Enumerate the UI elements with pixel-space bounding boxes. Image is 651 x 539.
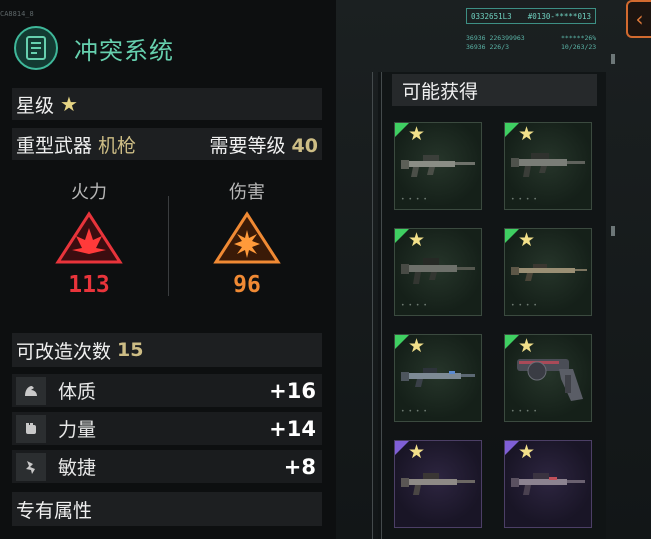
rifle-icon <box>511 264 587 281</box>
star-icon: ★ <box>60 92 78 116</box>
machine-gun-icon <box>511 473 585 495</box>
mods-count: 15 <box>117 339 144 361</box>
attribute-row: 敏捷 +8 <box>12 450 322 483</box>
level-requirement-label: 需要等级 <box>209 134 286 157</box>
rarity-corner <box>505 123 519 137</box>
revolver-icon <box>517 359 583 401</box>
star-icon: ★ <box>408 123 426 145</box>
hud-code-right: #0130-*****013 <box>527 11 591 21</box>
stat-value: 96 <box>233 272 261 298</box>
arm-flex-icon <box>16 376 46 405</box>
weapon-info-row: 重型武器 机枪 需要等级 40 <box>12 128 322 160</box>
stat-name: 火力 <box>71 182 107 203</box>
reward-card[interactable]: ★ • • • • <box>394 122 482 210</box>
item-header: 冲突系统 <box>14 26 174 70</box>
runner-icon <box>16 452 46 481</box>
star-icon: ★ <box>408 229 426 251</box>
card-dots: • • • • <box>401 302 428 309</box>
rarity-corner <box>505 335 519 349</box>
attribute-value: +8 <box>283 454 316 479</box>
hud-line-2-left: 36936 226/3 <box>466 43 510 51</box>
attribute-value: +14 <box>269 416 316 441</box>
stat-firepower: 火力 113 <box>24 178 154 298</box>
level-requirement-value: 40 <box>291 134 318 157</box>
reward-card[interactable]: ★ • • • • <box>394 334 482 422</box>
hud-line-1-right: ******26% <box>561 34 597 42</box>
rarity-corner <box>395 335 409 349</box>
attribute-value: +16 <box>269 378 316 403</box>
hud-code-left: 0332651L3 <box>471 11 512 21</box>
hud-code-box: 0332651L3 #0130-*****013 <box>466 8 596 24</box>
reward-card[interactable]: ★ • • • • <box>504 122 592 210</box>
star-icon: ★ <box>518 441 536 463</box>
attribute-name: 体质 <box>58 381 97 403</box>
attribute-name: 敏捷 <box>58 457 97 479</box>
reward-card[interactable]: ★ <box>394 440 482 528</box>
scroll-marker <box>611 54 615 64</box>
scroll-rail <box>372 72 382 539</box>
card-dots: • • • • <box>511 408 538 415</box>
stats-area: 火力 113 伤害 96 <box>12 178 322 318</box>
reward-card[interactable]: ★ <box>504 440 592 528</box>
exclusive-row: 专有属性 <box>12 492 322 526</box>
document-icon <box>14 26 58 70</box>
stat-value: 113 <box>68 272 110 298</box>
star-icon: ★ <box>408 441 426 463</box>
reward-card[interactable]: ★ • • • • <box>504 334 592 422</box>
attribute-name: 力量 <box>58 419 97 441</box>
rarity-row: 星级 ★ <box>12 88 322 120</box>
hud-line-1-left: 36936 226399963 <box>466 34 525 42</box>
machine-gun-icon <box>401 258 475 284</box>
card-dots: • • • • <box>511 302 538 309</box>
exclusive-label: 专有属性 <box>16 499 93 522</box>
rarity-label: 星级 <box>16 94 55 117</box>
rifle-icon <box>401 368 475 387</box>
star-icon: ★ <box>518 123 536 145</box>
weapon-type: 机枪 <box>98 134 137 157</box>
rarity-corner <box>395 441 409 455</box>
stat-name: 伤害 <box>229 182 265 203</box>
rarity-corner <box>505 229 519 243</box>
machine-gun-icon <box>401 155 475 177</box>
rarity-corner <box>505 441 519 455</box>
weapon-class: 重型武器 <box>16 134 93 157</box>
firepower-icon <box>55 211 123 264</box>
fist-icon <box>16 414 46 443</box>
damage-icon <box>213 211 281 264</box>
item-name: 冲突系统 <box>74 36 174 65</box>
attribute-row: 力量 +14 <box>12 412 322 445</box>
mods-label: 可改造次数 <box>16 340 112 363</box>
attribute-row: 体质 +16 <box>12 374 322 407</box>
rewards-title: 可能获得 <box>392 74 597 106</box>
machine-gun-icon <box>511 153 585 177</box>
hud-line-2-right: 10/263/23 <box>561 43 597 51</box>
card-dots: • • • • <box>401 408 428 415</box>
card-dots: • • • • <box>401 196 428 203</box>
rarity-corner <box>395 229 409 243</box>
chevron-left-icon: ‹ <box>635 7 644 31</box>
reward-card[interactable]: ★ • • • • <box>504 228 592 316</box>
star-icon: ★ <box>408 335 426 357</box>
mods-row: 可改造次数 15 <box>12 333 322 367</box>
scroll-marker <box>611 226 615 236</box>
item-detail-panel: CA8814_8 冲突系统 星级 ★ 重型武器 机枪 需要等级 40 火力 11… <box>0 0 336 539</box>
corner-code: CA8814_8 <box>0 10 34 18</box>
rarity-corner <box>395 123 409 137</box>
collapse-tab-button[interactable]: ‹ <box>626 0 651 38</box>
reward-card[interactable]: ★ • • • • <box>394 228 482 316</box>
card-dots: • • • • <box>511 196 538 203</box>
stat-divider <box>168 196 169 296</box>
stat-damage: 伤害 96 <box>182 178 312 298</box>
star-icon: ★ <box>518 229 536 251</box>
machine-gun-icon <box>401 473 475 495</box>
